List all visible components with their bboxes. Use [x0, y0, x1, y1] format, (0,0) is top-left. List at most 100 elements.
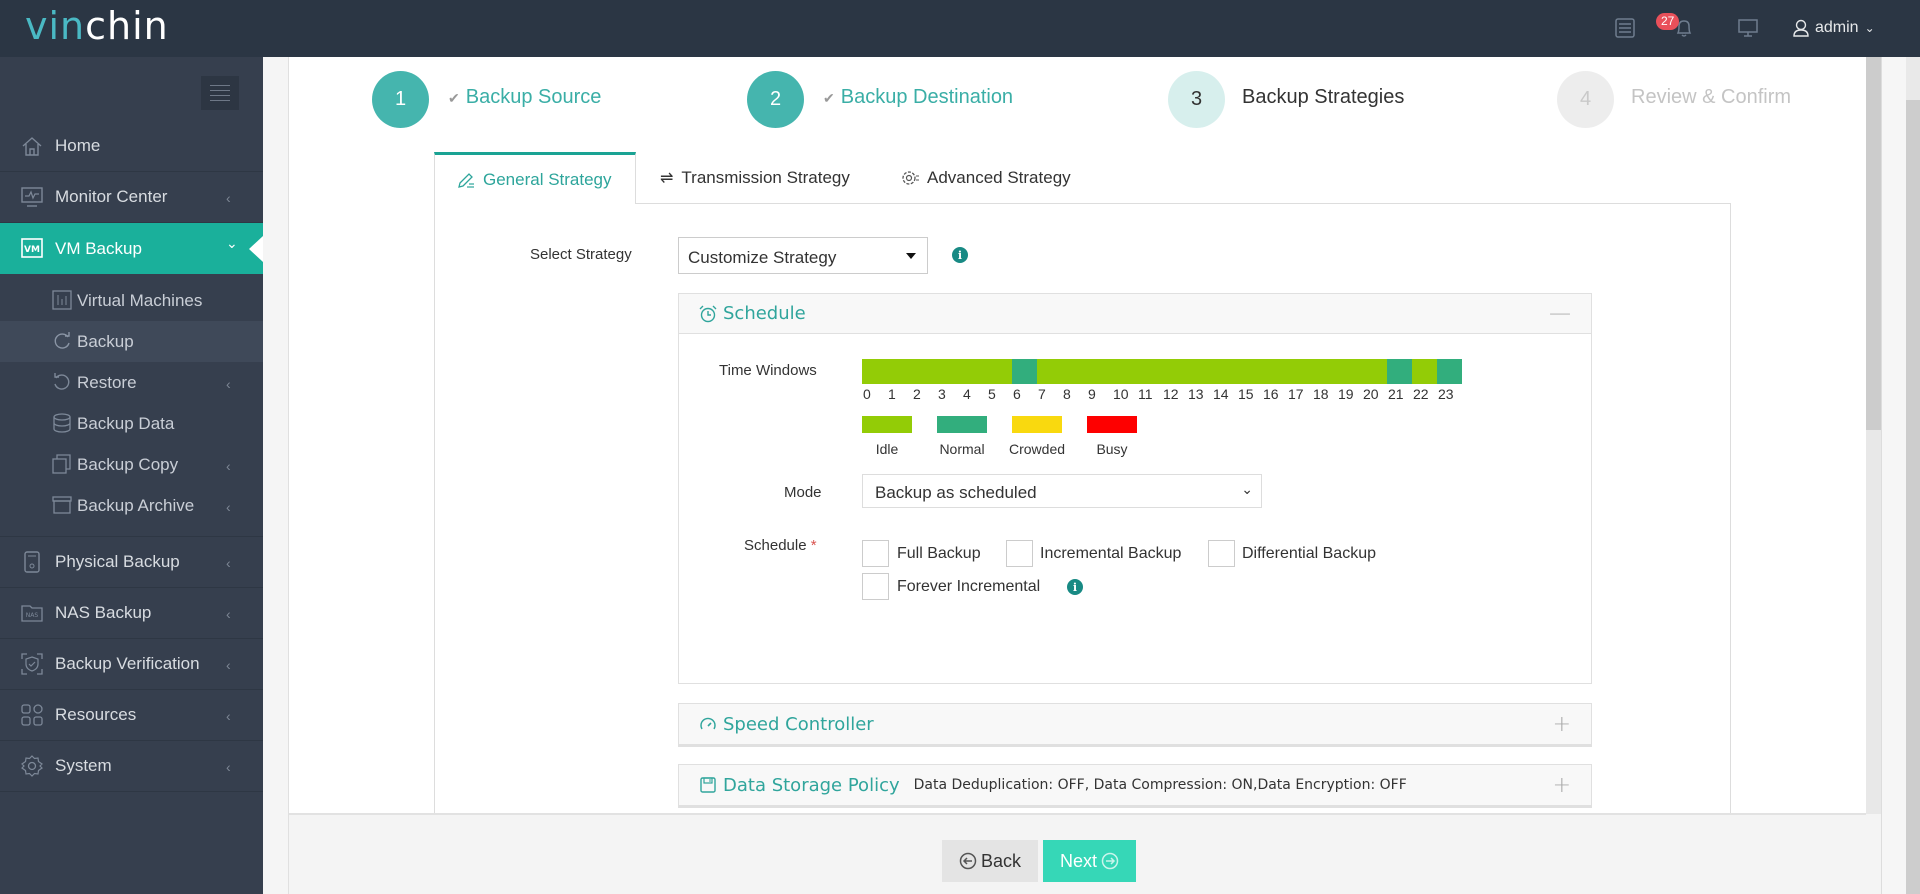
tab-advanced-strategy[interactable]: Advanced Strategy — [901, 152, 1071, 204]
step-1-label[interactable]: ✔ Backup Source — [448, 86, 601, 109]
time-window-hour-12[interactable] — [1162, 359, 1187, 384]
tab-general-strategy[interactable]: General Strategy — [434, 152, 636, 204]
page-scrollbar-track[interactable] — [1906, 57, 1920, 100]
speed-controller-panel: Speed Controller + — [678, 703, 1592, 747]
time-window-hour-1[interactable] — [887, 359, 912, 384]
speed-controller-header[interactable]: Speed Controller + — [679, 704, 1591, 744]
sidebar-item-backup-archive[interactable]: Backup Archive ‹ — [0, 485, 263, 526]
menu-toggle-button[interactable] — [201, 76, 239, 110]
info-icon[interactable]: i — [952, 247, 968, 263]
time-window-hour-21[interactable] — [1387, 359, 1412, 384]
hour-label: 7 — [1038, 386, 1046, 402]
legend-label-busy: Busy — [1096, 441, 1128, 457]
time-window-hour-13[interactable] — [1187, 359, 1212, 384]
step-3-circle: 3 — [1168, 71, 1225, 128]
time-window-hour-0[interactable] — [862, 359, 887, 384]
full-backup-label[interactable]: Full Backup — [897, 545, 981, 563]
legend-label-normal: Normal — [939, 441, 985, 457]
expand-icon[interactable]: + — [1553, 712, 1571, 737]
hour-label: 16 — [1263, 386, 1279, 402]
strategy-select[interactable]: Customize Strategy — [678, 237, 928, 274]
next-button[interactable]: Next — [1043, 840, 1136, 882]
step-1-circle: 1 — [372, 71, 429, 128]
home-icon — [22, 137, 42, 156]
username: admin — [1815, 19, 1859, 36]
differential-backup-label[interactable]: Differential Backup — [1242, 545, 1376, 563]
time-window-hour-2[interactable] — [912, 359, 937, 384]
time-window-hour-5[interactable] — [987, 359, 1012, 384]
sidebar-item-nas-backup[interactable]: NAS NAS Backup ‹ — [0, 588, 263, 639]
mode-label: Mode — [784, 484, 822, 501]
tab-transmission-strategy[interactable]: ⇌ Transmission Strategy — [660, 152, 850, 204]
vm-backup-submenu: Virtual Machines Backup Restore ‹ Backup… — [0, 274, 263, 537]
inner-scrollbar-thumb[interactable] — [1866, 57, 1881, 430]
hour-label: 11 — [1138, 386, 1153, 402]
sidebar-item-monitor-center[interactable]: Monitor Center ‹ — [0, 172, 263, 223]
sidebar-item-backup[interactable]: Backup — [0, 321, 263, 362]
sidebar-item-virtual-machines[interactable]: Virtual Machines — [0, 280, 263, 321]
back-button[interactable]: Back — [942, 840, 1038, 882]
data-storage-policy-header[interactable]: Data Storage Policy Data Deduplication: … — [679, 765, 1591, 805]
time-window-hour-19[interactable] — [1337, 359, 1362, 384]
sidebar-item-resources[interactable]: Resources ‹ — [0, 690, 263, 741]
arrow-left-circle-icon — [959, 852, 977, 870]
differential-backup-checkbox[interactable] — [1208, 540, 1235, 567]
time-window-hour-6[interactable] — [1012, 359, 1037, 384]
time-window-hour-18[interactable] — [1312, 359, 1337, 384]
user-menu[interactable]: admin ⌄ — [1793, 19, 1875, 37]
time-window-hour-11[interactable] — [1137, 359, 1162, 384]
time-window-hour-7[interactable] — [1037, 359, 1062, 384]
info-icon[interactable]: i — [1067, 579, 1083, 595]
collapse-icon[interactable]: — — [1549, 301, 1571, 326]
time-window-hour-9[interactable] — [1087, 359, 1112, 384]
sidebar-nav: Home Monitor Center ‹ VM VM Backup ⌄ Vir… — [0, 121, 263, 792]
hour-label: 13 — [1188, 386, 1204, 402]
time-windows-bar[interactable] — [862, 359, 1462, 384]
time-window-hour-4[interactable] — [962, 359, 987, 384]
time-window-hour-22[interactable] — [1412, 359, 1437, 384]
sidebar-item-home[interactable]: Home — [0, 121, 263, 172]
task-list-icon[interactable] — [1614, 17, 1636, 39]
sidebar: Home Monitor Center ‹ VM VM Backup ⌄ Vir… — [0, 57, 263, 894]
chevron-down-icon: ⌄ — [1864, 21, 1875, 35]
svg-text:NAS: NAS — [26, 612, 39, 619]
time-window-hour-15[interactable] — [1237, 359, 1262, 384]
hour-label: 0 — [863, 386, 871, 402]
sidebar-item-physical-backup[interactable]: Physical Backup ‹ — [0, 537, 263, 588]
sidebar-item-backup-verification[interactable]: Backup Verification ‹ — [0, 639, 263, 690]
time-window-hour-23[interactable] — [1437, 359, 1462, 384]
sidebar-item-backup-data[interactable]: Backup Data — [0, 403, 263, 444]
time-window-hour-8[interactable] — [1062, 359, 1087, 384]
step-2-circle: 2 — [747, 71, 804, 128]
step-2-label[interactable]: ✔ Backup Destination — [823, 86, 1013, 109]
mode-select[interactable]: Backup as scheduled ⌄ — [862, 474, 1262, 508]
schedule-panel-header[interactable]: Schedule — — [679, 294, 1591, 334]
speedometer-icon — [700, 717, 716, 730]
incremental-backup-label[interactable]: Incremental Backup — [1040, 545, 1181, 563]
time-window-hour-17[interactable] — [1287, 359, 1312, 384]
monitor-screen-icon[interactable] — [1737, 17, 1759, 39]
settings-icon — [902, 171, 919, 185]
time-window-hour-3[interactable] — [937, 359, 962, 384]
time-window-hour-14[interactable] — [1212, 359, 1237, 384]
sidebar-item-system[interactable]: System ‹ — [0, 741, 263, 792]
incremental-backup-checkbox[interactable] — [1006, 540, 1033, 567]
time-window-hour-16[interactable] — [1262, 359, 1287, 384]
forever-incremental-checkbox[interactable] — [862, 573, 889, 600]
notification-badge[interactable]: 27 — [1656, 13, 1680, 30]
time-window-hour-10[interactable] — [1112, 359, 1137, 384]
sidebar-item-restore[interactable]: Restore ‹ — [0, 362, 263, 403]
sidebar-item-backup-copy[interactable]: Backup Copy ‹ — [0, 444, 263, 485]
full-backup-checkbox[interactable] — [862, 540, 889, 567]
sidebar-item-vm-backup[interactable]: VM VM Backup ⌄ — [0, 223, 263, 274]
time-window-hour-20[interactable] — [1362, 359, 1387, 384]
hour-label: 15 — [1238, 386, 1254, 402]
vinchin-logo[interactable]: vinchin — [25, 4, 169, 48]
hour-label: 18 — [1313, 386, 1329, 402]
hour-label: 17 — [1288, 386, 1304, 402]
physical-server-icon — [24, 551, 40, 573]
expand-icon[interactable]: + — [1553, 773, 1571, 798]
page-scrollbar-thumb[interactable] — [1906, 57, 1920, 894]
forever-incremental-label[interactable]: Forever Incremental — [897, 578, 1040, 596]
arrow-right-circle-icon — [1101, 852, 1119, 870]
